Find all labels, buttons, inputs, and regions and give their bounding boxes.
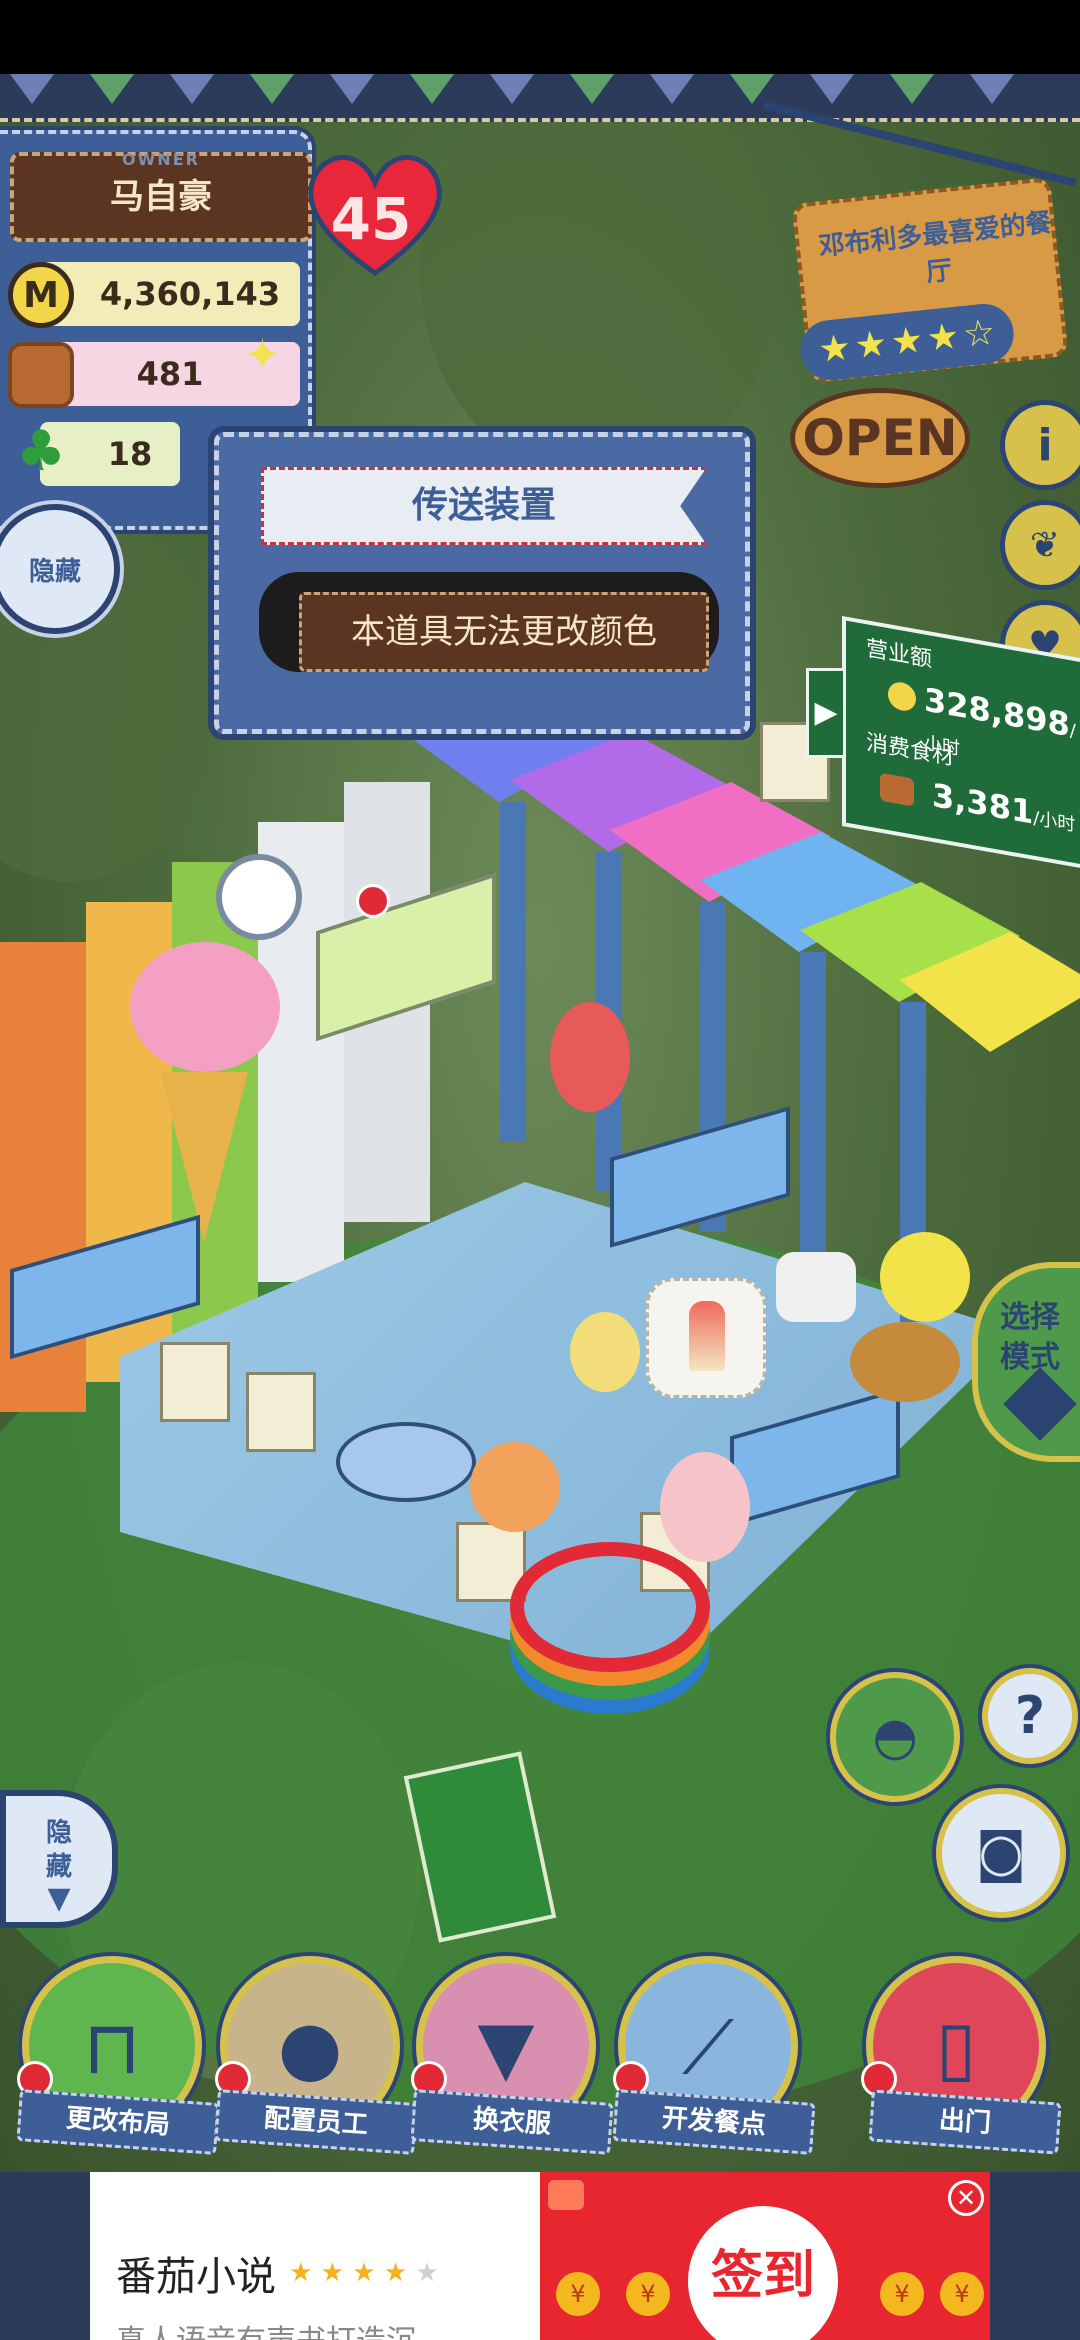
heart-level-value: 45: [330, 185, 412, 253]
customer-character[interactable]: [570, 1312, 640, 1392]
coin-icon: ¥: [880, 2272, 924, 2316]
help-label: ?: [1014, 1686, 1046, 1746]
hat-icon: ◓: [872, 1707, 918, 1767]
door-icon: ▯: [935, 2005, 977, 2091]
food-consumed-value: 3,381/小时: [932, 775, 1076, 837]
ad-text-panel[interactable]: 番茄小说 ★ ★ ★ ★ ★ 真人语音有声书打造沉...: [90, 2172, 540, 2340]
star-filled-icon: ★: [383, 2258, 416, 2288]
star-filled-icon: ★: [320, 2258, 353, 2288]
revenue-label: 营业额: [866, 636, 933, 673]
star-filled-icon: ★: [352, 2258, 384, 2288]
table-icon: ⊓: [83, 2005, 141, 2091]
clover-icon: ♣: [15, 418, 67, 484]
star-filled-icon: ★: [289, 2258, 321, 2288]
bear-head-icon: ●: [277, 2005, 343, 2091]
customer-character[interactable]: [470, 1442, 560, 1532]
ad-image-panel[interactable]: ✕ ¥ ¥ 签到 ¥ ¥: [540, 2172, 990, 2340]
chair[interactable]: [160, 1342, 230, 1422]
book-icon: ❦: [1029, 524, 1061, 566]
status-bar: [0, 0, 1080, 74]
outfit-button[interactable]: ◓: [830, 1672, 960, 1802]
arrow-down-icon: ▼: [47, 1881, 71, 1916]
mode-label-line1: 选择: [1000, 1300, 1060, 1335]
star-filled-icon: ★: [852, 323, 890, 368]
hide-toolbar-button[interactable]: 隐藏 ▼: [0, 1790, 118, 1928]
teleport-pin: [356, 884, 390, 918]
hide-down-label: 隐藏: [45, 1818, 72, 1882]
ad-subtitle: 真人语音有声书打造沉...: [116, 2316, 536, 2340]
staff-character[interactable]: [880, 1232, 970, 1322]
knife-icon: ⟋: [682, 2005, 734, 2091]
revenue-board: 营业额 328,898/小时 消费食材 3,381/小时: [842, 615, 1080, 871]
rice-cooker: [776, 1252, 856, 1322]
roof-post: [800, 952, 826, 1272]
chair[interactable]: [246, 1372, 316, 1452]
ad-close-icon[interactable]: ✕: [948, 2180, 984, 2216]
customer-character[interactable]: [660, 1452, 750, 1562]
coin-counter: 4,360,143: [40, 262, 300, 326]
background-tree: [420, 122, 780, 482]
star-empty-icon: ★: [415, 2258, 439, 2288]
coin-value: 4,360,143: [99, 275, 281, 313]
roof-post: [500, 802, 526, 1142]
star-filled-icon: ★: [816, 327, 853, 372]
camera-button[interactable]: ◙: [936, 1788, 1066, 1918]
owner-name: 马自豪: [110, 177, 212, 217]
order-bubble: [646, 1278, 766, 1398]
tooltip-message: 本道具无法更改颜色: [299, 592, 709, 672]
top-bunting: [0, 74, 1080, 122]
ad-banner[interactable]: 番茄小说 ★ ★ ★ ★ ★ 真人语音有声书打造沉... ✕ ¥ ¥ 签到 ¥ …: [90, 2172, 990, 2340]
tooltip-title: 传送装置: [261, 467, 707, 545]
info-button[interactable]: i: [1000, 400, 1080, 490]
coin-icon: ¥: [940, 2272, 984, 2316]
owner-caption: OWNER: [122, 150, 200, 169]
book-button[interactable]: ❦: [1000, 500, 1080, 590]
ice-cream-cone: [160, 1072, 248, 1242]
hide-label: 隐藏: [28, 556, 81, 587]
coin-icon: ¥: [626, 2272, 670, 2316]
clover-value: 18: [107, 435, 153, 473]
staff-character[interactable]: [850, 1322, 960, 1402]
item-tooltip: 传送装置 本道具无法更改颜色: [214, 432, 750, 734]
staff-character[interactable]: [550, 1002, 630, 1112]
coin-icon: [888, 680, 916, 714]
camera-icon: ◙: [975, 1823, 1027, 1883]
food-basket-icon: [880, 772, 914, 807]
ad-rating: ★ ★ ★ ★ ★: [289, 2258, 439, 2288]
ad-signin-button[interactable]: 签到: [688, 2206, 838, 2340]
open-status-sign[interactable]: OPEN: [790, 388, 970, 488]
ice-cream-decor: [130, 942, 280, 1072]
wall-clock: [216, 854, 302, 940]
owner-name-tag[interactable]: OWNER 马自豪: [10, 150, 312, 242]
food-value: 481: [136, 355, 204, 393]
round-table[interactable]: [336, 1422, 476, 1502]
info-icon: i: [1037, 419, 1053, 471]
coin-icon: ¥: [556, 2272, 600, 2316]
help-button[interactable]: ?: [982, 1668, 1078, 1764]
cube-icon: [1003, 1367, 1077, 1441]
star-filled-icon: ★: [924, 315, 962, 360]
coin-icon: M: [8, 262, 74, 328]
rainbow-pool-ring: [510, 1542, 710, 1672]
board-arrow-icon[interactable]: ▶: [806, 668, 846, 758]
ad-title: 番茄小说: [116, 2254, 276, 2300]
star-filled-icon: ★: [888, 319, 926, 364]
parfait-icon: [689, 1301, 725, 1371]
shirt-icon: ▼: [477, 2005, 535, 2091]
food-basket-icon: [8, 342, 74, 408]
sparkle-icon: ✦: [244, 330, 281, 381]
app-icon: [548, 2180, 584, 2210]
star-empty-icon: ☆: [960, 311, 998, 356]
